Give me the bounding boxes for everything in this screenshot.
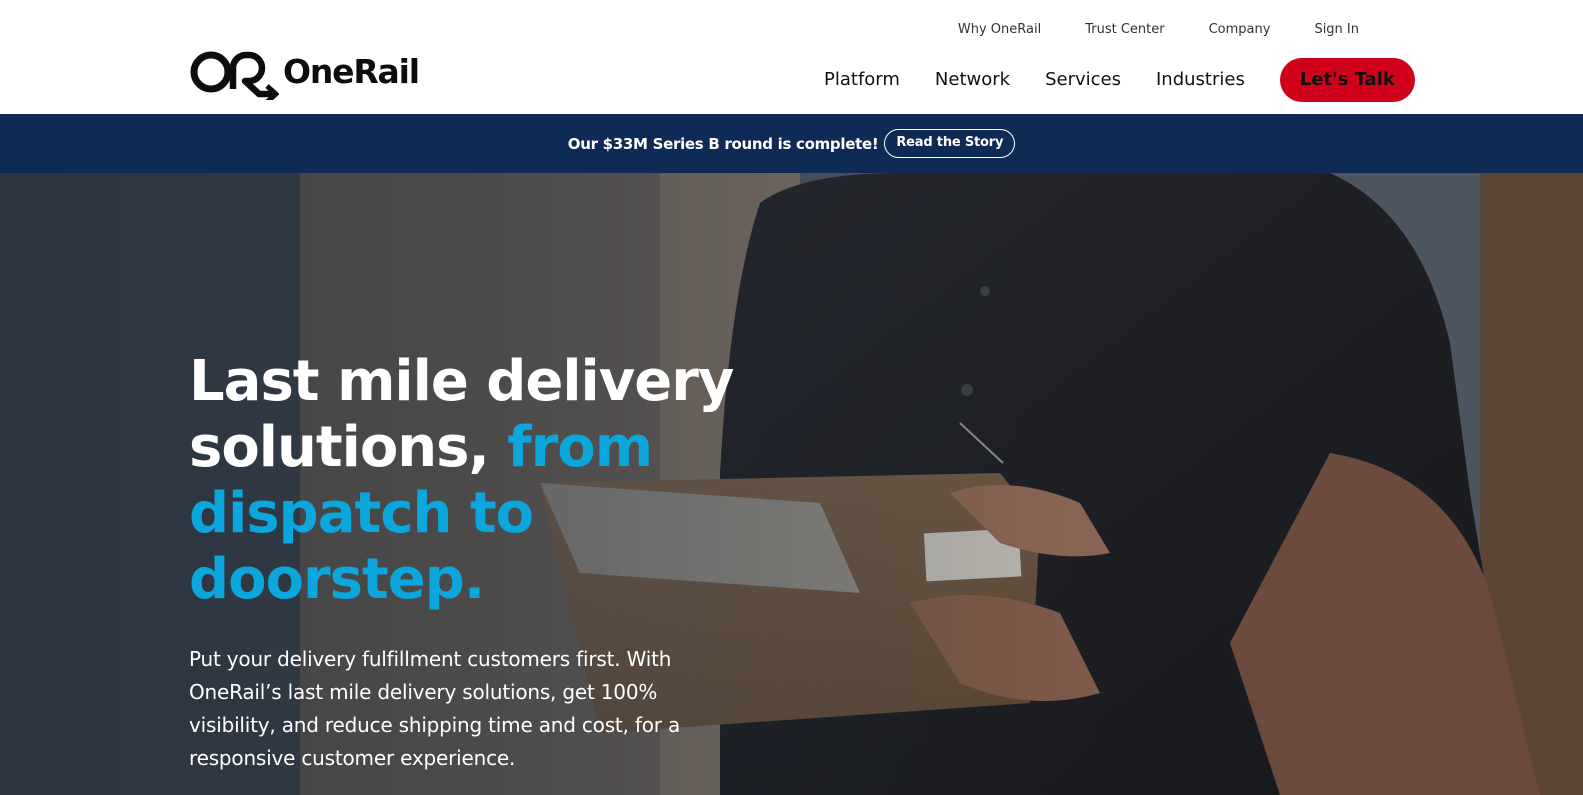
hero-section: Last mile delivery solutions, from dispa…: [0, 173, 1583, 795]
utility-nav-trust-center[interactable]: Trust Center: [1085, 21, 1164, 39]
main-nav-platform[interactable]: Platform: [824, 58, 900, 102]
hero-title-line-1: Last mile delivery: [189, 349, 734, 414]
announcement-text: Our $33M Series B round is complete!: [567, 134, 879, 153]
hero-title-accent-2: dispatch to: [189, 481, 534, 546]
hero-subtitle: Put your delivery fulfillment customers …: [189, 647, 681, 770]
utility-nav-company[interactable]: Company: [1209, 21, 1271, 39]
main-nav: Platform Network Services Industries Let…: [824, 58, 1450, 102]
main-nav-industries[interactable]: Industries: [1156, 58, 1245, 102]
logo-link[interactable]: OneRail: [189, 48, 420, 100]
utility-nav: Why OneRail Trust Center Company Sign In: [958, 21, 1359, 39]
hero-title-accent-3: doorstep.: [189, 547, 485, 612]
lets-talk-button[interactable]: Let's Talk: [1279, 58, 1415, 102]
utility-nav-sign-in[interactable]: Sign In: [1314, 21, 1359, 39]
announcement-bar: Our $33M Series B round is complete! Rea…: [0, 114, 1583, 173]
utility-nav-why-onerail[interactable]: Why OneRail: [958, 21, 1041, 39]
hero-copy: Last mile delivery solutions, from dispa…: [189, 349, 749, 775]
main-nav-network[interactable]: Network: [935, 58, 1010, 102]
logo-wordmark: OneRail: [283, 51, 420, 91]
onerail-logo-icon: [190, 51, 279, 100]
hero-title-accent-1: from: [507, 415, 653, 480]
site-header: OneRail Why OneRail Trust Center Company…: [0, 0, 1583, 114]
hero-title: Last mile delivery solutions, from dispa…: [189, 349, 749, 613]
read-the-story-button[interactable]: Read the Story: [884, 129, 1016, 158]
main-nav-services[interactable]: Services: [1045, 58, 1121, 102]
hero-title-line-2: solutions,: [189, 415, 490, 480]
